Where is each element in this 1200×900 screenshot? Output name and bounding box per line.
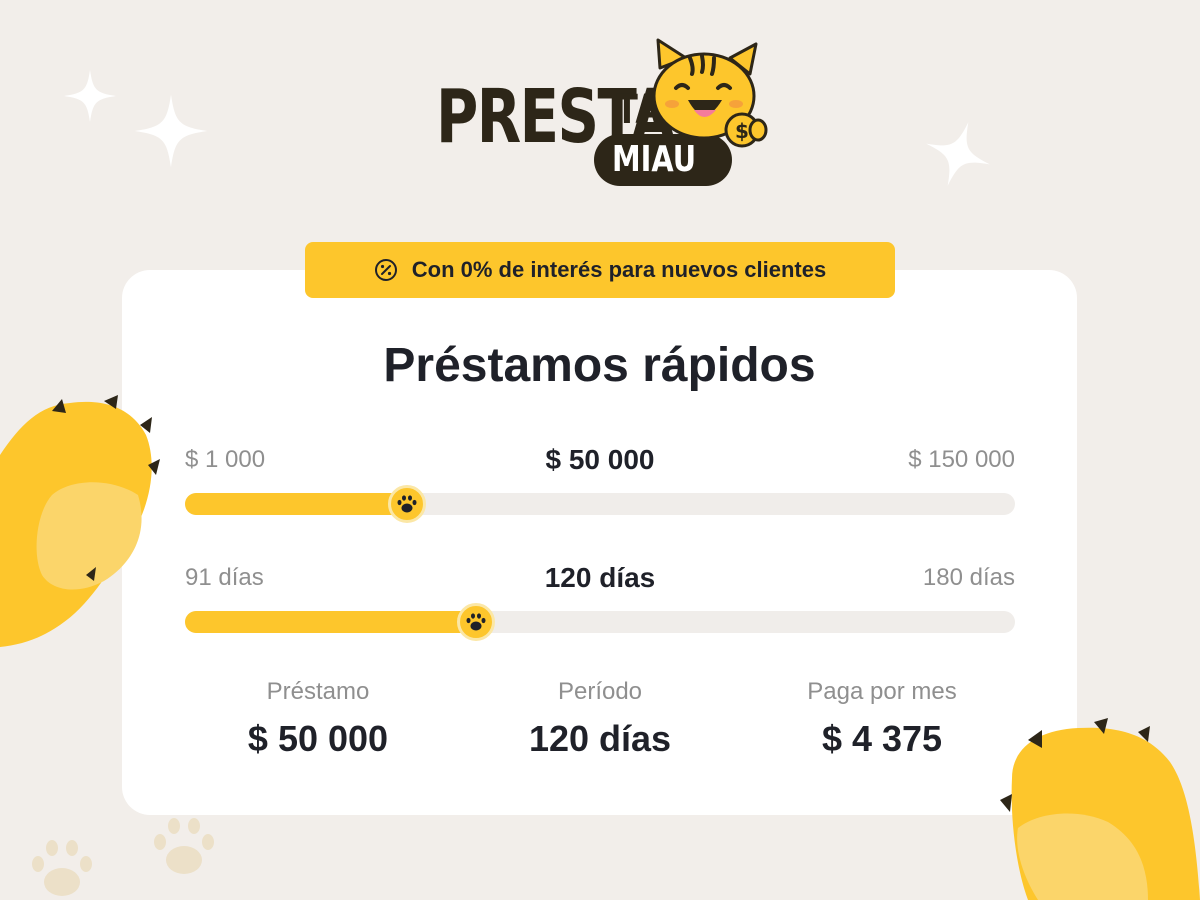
amount-slider[interactable] <box>185 485 1015 523</box>
term-value: 120 días <box>544 562 656 593</box>
promo-badge: Con 0% de interés para nuevos clientes <box>305 242 895 298</box>
paw-print-icon <box>32 840 92 896</box>
paw-print-icon <box>154 818 214 874</box>
summary-loan-label: Préstamo <box>266 678 370 705</box>
term-max-label: 180 días <box>922 564 1015 591</box>
sparkle-icon <box>64 70 116 122</box>
summary-period-label: Período <box>557 678 643 705</box>
amount-max-label: $ 150 000 <box>908 446 1015 473</box>
summary-monthly-label: Paga por mes <box>807 678 957 705</box>
promo-badge-text: Con 0% de interés para nuevos clientes <box>411 257 827 282</box>
summary-period-value: 120 días <box>528 718 672 759</box>
summary-monthly-value: $ 4 375 <box>821 718 943 759</box>
amount-slider-handle[interactable] <box>387 485 426 523</box>
cat-paw-right-illustration <box>1000 718 1200 900</box>
amount-slider-fill <box>185 493 407 515</box>
page-title: Préstamos rápidos <box>383 339 816 392</box>
paw-icon <box>397 495 417 513</box>
term-min-label: 91 días <box>185 564 264 591</box>
svg-text:$: $ <box>735 119 749 143</box>
sparkle-icon <box>134 94 208 168</box>
paw-icon <box>466 613 485 631</box>
amount-min-label: $ 1 000 <box>185 446 266 473</box>
amount-value: $ 50 000 <box>545 444 655 475</box>
cat-mascot-icon: $ <box>652 38 768 148</box>
cat-paw-left-illustration <box>0 395 160 647</box>
term-slider[interactable] <box>185 603 1015 641</box>
term-slider-handle[interactable] <box>456 603 495 641</box>
percent-icon <box>374 259 397 281</box>
term-slider-fill <box>185 611 476 633</box>
summary-loan-value: $ 50 000 <box>247 718 389 759</box>
sparkle-icon <box>926 122 990 186</box>
brand-logo: PRESTA TA MIAU $ <box>430 38 770 188</box>
